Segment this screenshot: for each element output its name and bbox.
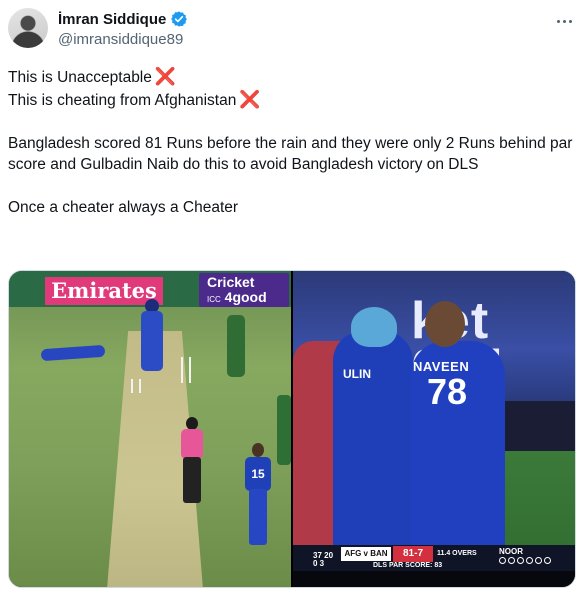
player-middle-head xyxy=(351,307,397,347)
scorebar-balls xyxy=(499,557,551,564)
sponsor-emirates: Emirates xyxy=(45,277,163,305)
umpire-legs xyxy=(183,457,201,503)
scorebar-overs: 11.4 OVERS xyxy=(437,550,477,557)
author-name-row: İmran Siddique xyxy=(58,10,188,28)
author-name[interactable]: İmran Siddique xyxy=(58,11,166,28)
tweet-text: This is Unacceptable ❌ This is cheating f… xyxy=(8,66,576,219)
umpire xyxy=(181,429,203,459)
batter xyxy=(141,311,163,371)
scorebar: 37 20 0 3 AFG v BAN 81-7 11.4 OVERS DLS … xyxy=(293,545,575,571)
player-right-head xyxy=(425,301,465,347)
tweet-line-1: This is Unacceptable ❌ xyxy=(8,67,177,86)
tweet-paragraph-dls: Bangladesh scored 81 Runs before the rai… xyxy=(8,134,573,174)
bangladesh-player xyxy=(277,395,291,465)
author-handle[interactable]: @imransiddique89 xyxy=(58,31,183,48)
player-lying-down xyxy=(40,344,106,362)
photo-left[interactable]: Emirates Cricket ICC 4good 15 xyxy=(9,271,291,587)
player-name-ulin: ULIN xyxy=(343,367,371,381)
avatar[interactable] xyxy=(8,8,48,48)
tweet: İmran Siddique @imransiddique89 This is … xyxy=(0,0,587,598)
tweet-line-2: This is cheating from Afghanistan ❌ xyxy=(8,89,261,109)
player-number: 78 xyxy=(427,371,468,412)
fielder-head xyxy=(252,443,264,457)
photo-right[interactable]: ket 00d ULIN NAVEEN 78 37 20 0 3 AFG v B… xyxy=(293,271,575,587)
cross-mark-icon: ❌ xyxy=(239,89,261,109)
scorebar-stats: 37 20 0 3 xyxy=(313,551,334,568)
stumps xyxy=(181,357,191,383)
more-options-icon[interactable] xyxy=(552,9,576,33)
fielder: 15 xyxy=(245,457,271,491)
fielder-legs xyxy=(249,489,267,545)
verified-badge-icon xyxy=(171,11,188,27)
bowler xyxy=(227,315,245,377)
stumps xyxy=(131,379,141,393)
media-grid: Emirates Cricket ICC 4good 15 ket 00d xyxy=(8,270,576,588)
scorebar-teams: AFG v BAN xyxy=(341,547,391,561)
tweet-line-closing: Once a cheater always a Cheater xyxy=(8,199,239,216)
scorebar-score: 81-7 xyxy=(393,546,433,562)
screen-bottom-edge xyxy=(293,571,575,587)
scorebar-par-score: DLS PAR SCORE: 83 xyxy=(373,562,443,569)
scorebar-bowler: NOOR xyxy=(499,547,523,556)
cross-mark-icon: ❌ xyxy=(154,67,177,86)
cricket4good-logo: Cricket ICC 4good xyxy=(199,273,289,307)
